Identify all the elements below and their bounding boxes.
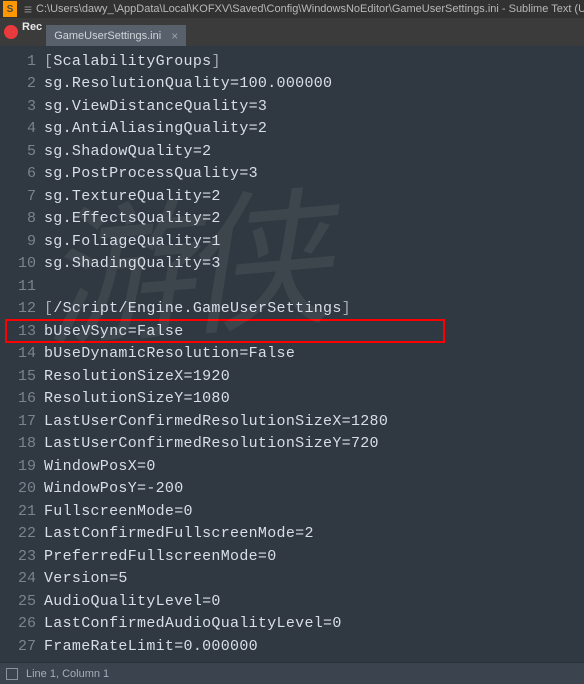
line-number: 10 [0, 255, 44, 272]
line-number: 26 [0, 615, 44, 632]
editor-area[interactable]: 1[ScalabilityGroups]2sg.ResolutionQualit… [0, 46, 584, 658]
code-line[interactable]: 26LastConfirmedAudioQualityLevel=0 [0, 613, 584, 636]
code-text[interactable]: bUseVSync=False [44, 323, 584, 340]
code-text[interactable]: sg.PostProcessQuality=3 [44, 165, 584, 182]
app-icon: S [3, 1, 17, 17]
rec-label: Rec [22, 21, 42, 33]
code-text[interactable]: ResolutionSizeY=1080 [44, 390, 584, 407]
line-number: 8 [0, 210, 44, 227]
status-bar: Line 1, Column 1 [0, 662, 584, 684]
code-text[interactable]: PreferredFullscreenMode=0 [44, 548, 584, 565]
line-number: 24 [0, 570, 44, 587]
code-text[interactable]: WindowPosY=-200 [44, 480, 584, 497]
code-line[interactable]: 7sg.TextureQuality=2 [0, 185, 584, 208]
code-line[interactable]: 19WindowPosX=0 [0, 455, 584, 478]
line-number: 25 [0, 593, 44, 610]
line-number: 6 [0, 165, 44, 182]
line-number: 18 [0, 435, 44, 452]
code-text[interactable]: ResolutionSizeX=1920 [44, 368, 584, 385]
window-title: C:\Users\dawy_\AppData\Local\KOFXV\Saved… [36, 3, 584, 15]
line-number: 23 [0, 548, 44, 565]
code-line[interactable]: 23PreferredFullscreenMode=0 [0, 545, 584, 568]
line-number: 13 [0, 323, 44, 340]
code-line[interactable]: 5sg.ShadowQuality=2 [0, 140, 584, 163]
line-number: 11 [0, 278, 44, 295]
code-text[interactable]: LastUserConfirmedResolutionSizeX=1280 [44, 413, 584, 430]
line-number: 9 [0, 233, 44, 250]
panel-icon[interactable] [6, 668, 18, 680]
code-text[interactable]: [/Script/Engine.GameUserSettings] [44, 300, 584, 317]
code-line[interactable]: 3sg.ViewDistanceQuality=3 [0, 95, 584, 118]
code-text[interactable]: sg.AntiAliasingQuality=2 [44, 120, 584, 137]
record-icon [4, 25, 18, 39]
line-number: 2 [0, 75, 44, 92]
line-number: 14 [0, 345, 44, 362]
code-line[interactable]: 24Version=5 [0, 568, 584, 591]
rec-indicator: Rec [0, 18, 46, 46]
code-text[interactable]: AudioQualityLevel=0 [44, 593, 584, 610]
line-number: 21 [0, 503, 44, 520]
code-text[interactable]: sg.EffectsQuality=2 [44, 210, 584, 227]
code-text[interactable]: sg.ShadingQuality=3 [44, 255, 584, 272]
code-line[interactable]: 2sg.ResolutionQuality=100.000000 [0, 73, 584, 96]
code-line[interactable]: 1[ScalabilityGroups] [0, 50, 584, 73]
code-line[interactable]: 6sg.PostProcessQuality=3 [0, 163, 584, 186]
line-number: 15 [0, 368, 44, 385]
line-number: 4 [0, 120, 44, 137]
code-line[interactable]: 10sg.ShadingQuality=3 [0, 253, 584, 276]
code-line[interactable]: 11 [0, 275, 584, 298]
code-text[interactable]: sg.FoliageQuality=1 [44, 233, 584, 250]
tab-label: GameUserSettings.ini [54, 30, 161, 42]
code-text[interactable]: sg.ViewDistanceQuality=3 [44, 98, 584, 115]
code-text[interactable]: LastConfirmedFullscreenMode=2 [44, 525, 584, 542]
code-line[interactable]: 18LastUserConfirmedResolutionSizeY=720 [0, 433, 584, 456]
code-text[interactable]: FrameRateLimit=0.000000 [44, 638, 584, 655]
line-number: 12 [0, 300, 44, 317]
line-number: 27 [0, 638, 44, 655]
code-line[interactable]: 27FrameRateLimit=0.000000 [0, 635, 584, 658]
line-number: 17 [0, 413, 44, 430]
code-text[interactable]: LastUserConfirmedResolutionSizeY=720 [44, 435, 584, 452]
close-icon[interactable]: × [171, 29, 178, 43]
code-line[interactable]: 21FullscreenMode=0 [0, 500, 584, 523]
code-text[interactable]: sg.TextureQuality=2 [44, 188, 584, 205]
line-number: 3 [0, 98, 44, 115]
tab-gameusersettings[interactable]: GameUserSettings.ini × [46, 25, 186, 46]
line-number: 20 [0, 480, 44, 497]
line-number: 22 [0, 525, 44, 542]
line-number: 7 [0, 188, 44, 205]
code-text[interactable]: [ScalabilityGroups] [44, 53, 584, 70]
code-text[interactable]: WindowPosX=0 [44, 458, 584, 475]
code-line[interactable]: 25AudioQualityLevel=0 [0, 590, 584, 613]
code-text[interactable]: FullscreenMode=0 [44, 503, 584, 520]
line-number: 19 [0, 458, 44, 475]
line-number: 1 [0, 53, 44, 70]
code-line[interactable]: 15ResolutionSizeX=1920 [0, 365, 584, 388]
code-text[interactable]: sg.ResolutionQuality=100.000000 [44, 75, 584, 92]
code-line[interactable]: 14bUseDynamicResolution=False [0, 343, 584, 366]
code-text[interactable]: Version=5 [44, 570, 584, 587]
code-line[interactable]: 13bUseVSync=False [0, 320, 584, 343]
code-line[interactable]: 8sg.EffectsQuality=2 [0, 208, 584, 231]
line-number: 16 [0, 390, 44, 407]
cursor-position: Line 1, Column 1 [26, 668, 109, 680]
line-number: 5 [0, 143, 44, 160]
code-text[interactable]: sg.ShadowQuality=2 [44, 143, 584, 160]
code-line[interactable]: 4sg.AntiAliasingQuality=2 [0, 118, 584, 141]
code-line[interactable]: 20WindowPosY=-200 [0, 478, 584, 501]
code-line[interactable]: 12[/Script/Engine.GameUserSettings] [0, 298, 584, 321]
code-line[interactable]: 9sg.FoliageQuality=1 [0, 230, 584, 253]
tab-bar: Rec GameUserSettings.ini × [0, 18, 584, 46]
code-text[interactable]: LastConfirmedAudioQualityLevel=0 [44, 615, 584, 632]
code-line[interactable]: 22LastConfirmedFullscreenMode=2 [0, 523, 584, 546]
code-line[interactable]: 16ResolutionSizeY=1080 [0, 388, 584, 411]
title-bar: S ≡ C:\Users\dawy_\AppData\Local\KOFXV\S… [0, 0, 584, 18]
menu-icon[interactable]: ≡ [24, 1, 32, 17]
code-text[interactable]: bUseDynamicResolution=False [44, 345, 584, 362]
code-line[interactable]: 17LastUserConfirmedResolutionSizeX=1280 [0, 410, 584, 433]
